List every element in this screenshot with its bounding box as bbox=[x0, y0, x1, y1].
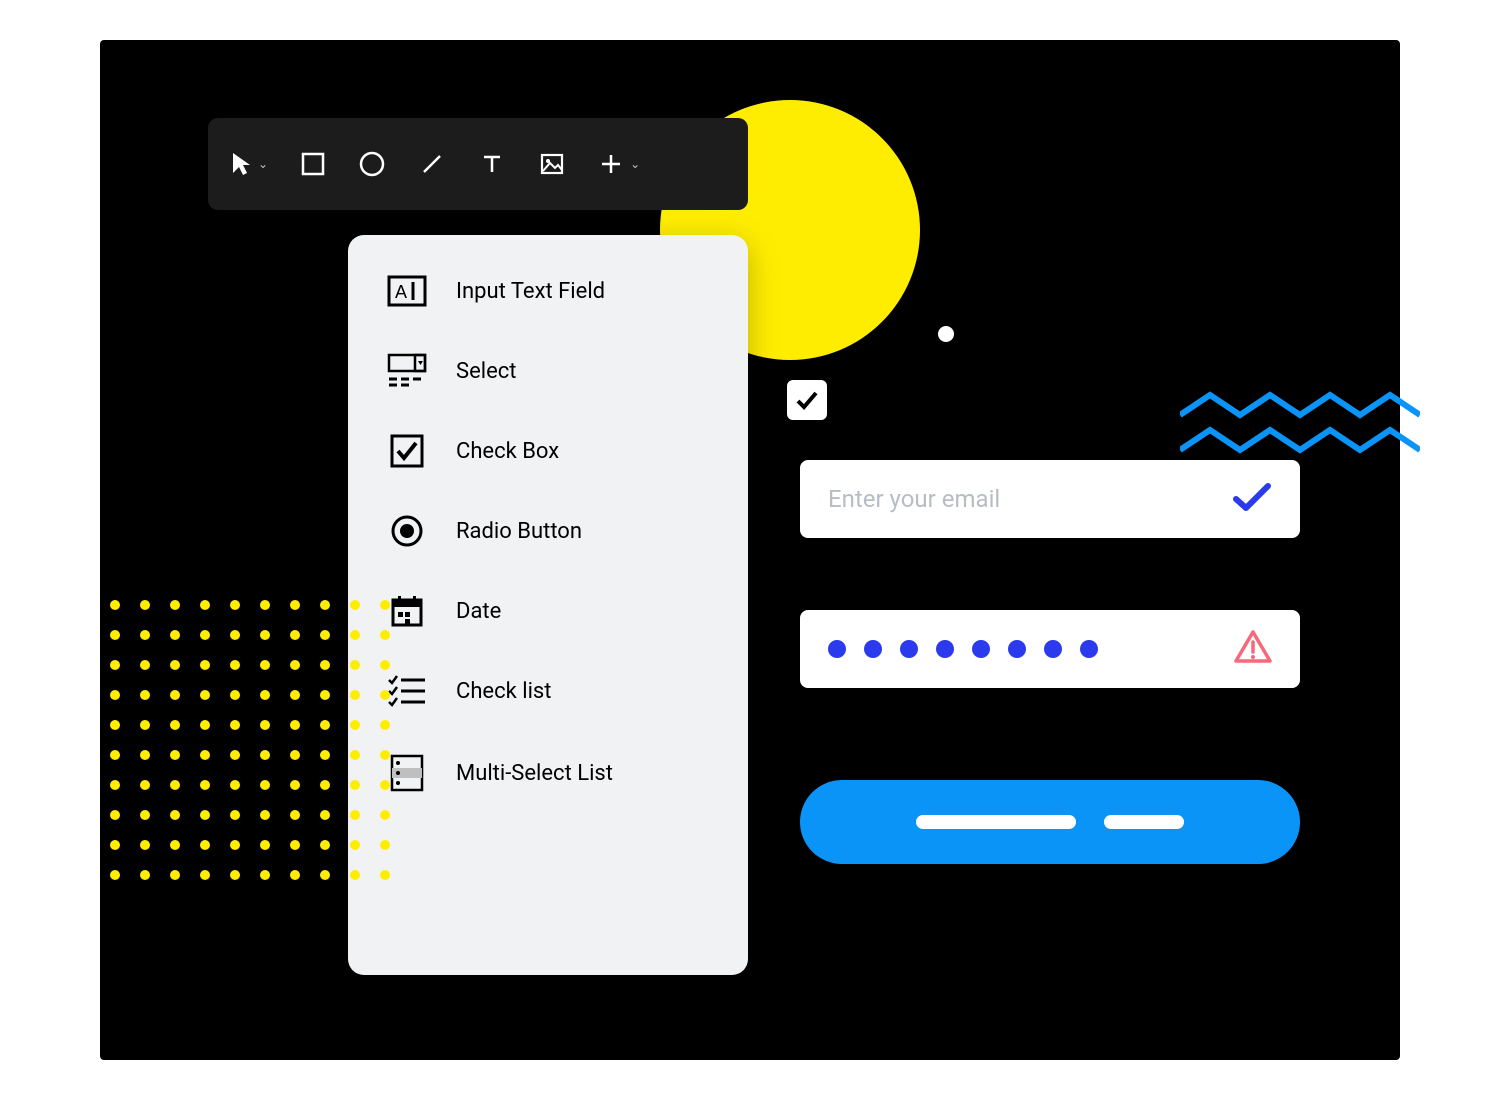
image-tool[interactable] bbox=[538, 150, 566, 178]
checklist-icon bbox=[386, 673, 428, 709]
plus-icon bbox=[598, 151, 624, 177]
line-tool[interactable] bbox=[418, 150, 446, 178]
email-placeholder: Enter your email bbox=[828, 485, 1000, 513]
menu-item-radio-button[interactable]: Radio Button bbox=[386, 513, 710, 549]
menu-item-label: Multi-Select List bbox=[456, 761, 613, 786]
select-icon bbox=[386, 353, 428, 389]
rectangle-tool[interactable] bbox=[300, 151, 326, 177]
password-field[interactable] bbox=[800, 610, 1300, 688]
decorative-white-dot bbox=[938, 326, 954, 342]
menu-item-label: Date bbox=[456, 599, 501, 624]
selection-tool[interactable]: ⌄ bbox=[230, 151, 268, 177]
menu-item-check-list[interactable]: Check list bbox=[386, 673, 710, 709]
toolbar: ⌄ ⌄ bbox=[208, 118, 748, 210]
text-icon bbox=[478, 150, 506, 178]
text-field-icon: A bbox=[386, 273, 428, 309]
add-tool[interactable]: ⌄ bbox=[598, 151, 640, 177]
square-icon bbox=[300, 151, 326, 177]
pointer-icon bbox=[230, 151, 252, 177]
menu-item-label: Select bbox=[456, 359, 516, 384]
menu-item-input-text-field[interactable]: A Input Text Field bbox=[386, 273, 710, 309]
calendar-icon bbox=[386, 593, 428, 629]
button-label-segment bbox=[1104, 815, 1184, 829]
menu-item-label: Check list bbox=[456, 679, 551, 704]
password-mask bbox=[828, 640, 1098, 658]
menu-item-check-box[interactable]: Check Box bbox=[386, 433, 710, 469]
floating-checkbox[interactable] bbox=[787, 380, 827, 420]
menu-item-label: Check Box bbox=[456, 439, 559, 464]
text-tool[interactable] bbox=[478, 150, 506, 178]
checkbox-icon bbox=[386, 433, 428, 469]
canvas-stage: ⌄ ⌄ A Input Text Field bbox=[100, 40, 1400, 1060]
circle-icon bbox=[358, 150, 386, 178]
svg-text:A: A bbox=[395, 282, 407, 302]
multi-select-icon bbox=[386, 753, 428, 793]
check-icon bbox=[1232, 481, 1272, 517]
warning-icon bbox=[1234, 629, 1272, 669]
submit-button[interactable] bbox=[800, 780, 1300, 864]
image-icon bbox=[538, 150, 566, 178]
check-icon bbox=[794, 387, 820, 413]
button-label-segment bbox=[916, 815, 1076, 829]
decorative-dot-grid bbox=[110, 600, 390, 880]
chevron-down-icon: ⌄ bbox=[258, 157, 268, 171]
menu-item-multi-select-list[interactable]: Multi-Select List bbox=[386, 753, 710, 793]
radio-icon bbox=[386, 513, 428, 549]
menu-item-label: Input Text Field bbox=[456, 279, 605, 304]
components-menu: A Input Text Field Select Check Box Radi… bbox=[348, 235, 748, 975]
menu-item-select[interactable]: Select bbox=[386, 353, 710, 389]
menu-item-label: Radio Button bbox=[456, 519, 582, 544]
ellipse-tool[interactable] bbox=[358, 150, 386, 178]
menu-item-date[interactable]: Date bbox=[386, 593, 710, 629]
chevron-down-icon: ⌄ bbox=[630, 157, 640, 171]
slash-icon bbox=[418, 150, 446, 178]
email-field[interactable]: Enter your email bbox=[800, 460, 1300, 538]
decorative-zigzag bbox=[1180, 390, 1420, 470]
